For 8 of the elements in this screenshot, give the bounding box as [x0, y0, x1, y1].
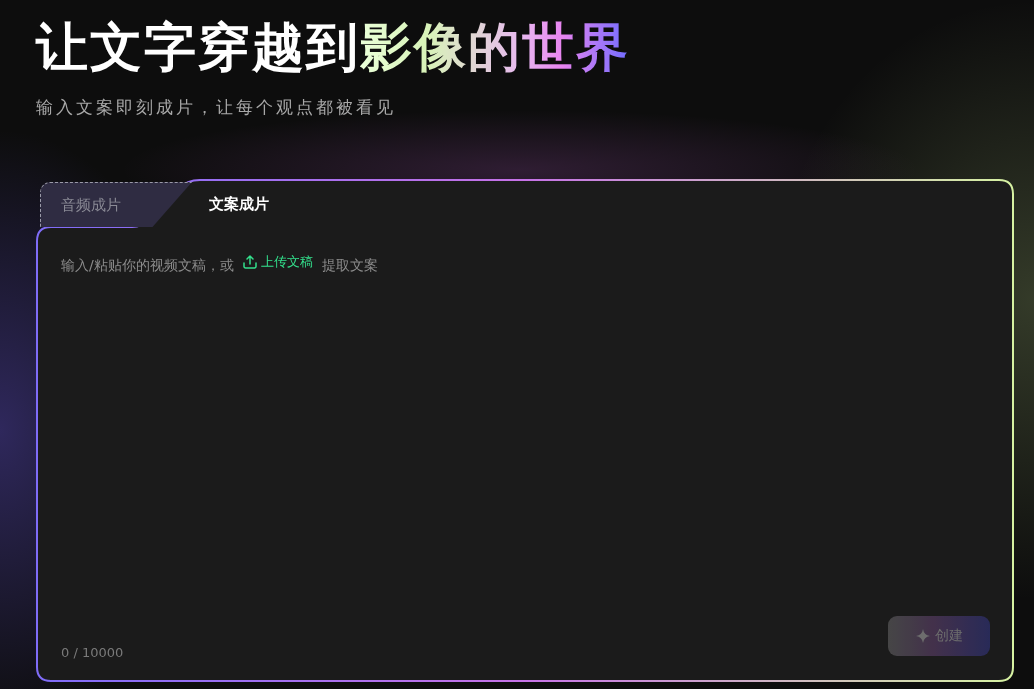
upload-icon: [242, 254, 259, 270]
character-counter: 0 / 10000: [61, 645, 124, 660]
page-heading: 让文字穿越到影像的世界: [36, 16, 631, 79]
tab[interactable]: 文案成片: [194, 182, 284, 227]
upload-link[interactable]: 上传文稿: [238, 252, 318, 272]
placeholder-text: 输入/粘贴你的视频文稿，或 上传文稿 提取文案: [61, 252, 379, 275]
subtitle: 输入文案即刻成片，让每个观点都被看见: [36, 96, 397, 119]
sparkle-icon: [915, 629, 930, 643]
